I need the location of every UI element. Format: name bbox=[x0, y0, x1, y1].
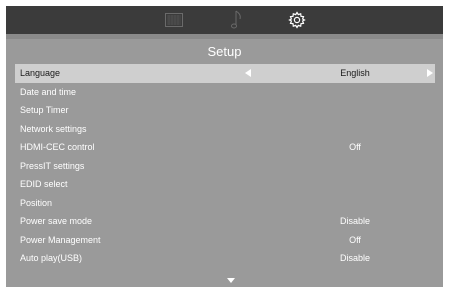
setup-menu-list: Language English Date and time Setup Tim… bbox=[15, 64, 435, 268]
menu-item-edid-select[interactable]: EDID select bbox=[15, 175, 435, 194]
title-separator bbox=[6, 34, 443, 39]
scroll-down-icon[interactable] bbox=[227, 278, 235, 283]
picture-icon bbox=[165, 13, 183, 27]
menu-item-value: English bbox=[340, 68, 370, 78]
gear-icon bbox=[288, 11, 306, 29]
menu-item-value: Off bbox=[349, 234, 361, 245]
menu-item-date-and-time[interactable]: Date and time bbox=[15, 83, 435, 102]
menu-tab-bar bbox=[6, 6, 443, 34]
setup-osd-panel: Setup Language English Date and time Set… bbox=[6, 6, 443, 287]
music-note-icon bbox=[231, 10, 241, 29]
menu-item-label: Position bbox=[20, 197, 53, 208]
menu-item-value: Off bbox=[349, 142, 361, 152]
menu-item-pressit-settings[interactable]: PressIT settings bbox=[15, 157, 435, 176]
menu-item-label: Setup Timer bbox=[20, 105, 69, 115]
tab-setup[interactable] bbox=[275, 6, 319, 34]
menu-item-label: Power Management bbox=[20, 234, 101, 245]
menu-item-label: Date and time bbox=[20, 86, 77, 97]
menu-item-label: Auto play(USB) bbox=[20, 253, 83, 263]
menu-item-setup-timer[interactable]: Setup Timer bbox=[15, 101, 435, 120]
menu-item-hdmi-cec-control[interactable]: HDMI-CEC control Off bbox=[15, 138, 435, 157]
menu-item-label: Power save mode bbox=[20, 216, 93, 226]
menu-item-label: PressIT settings bbox=[20, 160, 85, 171]
menu-item-label: EDID select bbox=[20, 179, 68, 189]
menu-item-label: Network settings bbox=[20, 123, 87, 134]
page-title: Setup bbox=[207, 44, 242, 59]
menu-item-language[interactable]: Language English bbox=[15, 64, 435, 83]
menu-item-label: Language bbox=[20, 68, 61, 78]
menu-item-power-management[interactable]: Power Management Off bbox=[15, 231, 435, 250]
menu-item-network-settings[interactable]: Network settings bbox=[15, 120, 435, 139]
arrow-left-icon[interactable] bbox=[245, 69, 251, 77]
menu-item-value: Disable bbox=[339, 216, 370, 226]
menu-item-position[interactable]: Position bbox=[15, 194, 435, 213]
arrow-right-icon[interactable] bbox=[427, 69, 433, 77]
menu-item-auto-play-usb[interactable]: Auto play(USB) Disable bbox=[15, 249, 435, 268]
tab-picture[interactable] bbox=[152, 6, 196, 34]
menu-item-power-save-mode[interactable]: Power save mode Disable bbox=[15, 212, 435, 231]
tab-sound[interactable] bbox=[215, 6, 259, 34]
menu-item-value: Disable bbox=[339, 253, 370, 263]
menu-item-label: HDMI-CEC control bbox=[20, 142, 95, 152]
